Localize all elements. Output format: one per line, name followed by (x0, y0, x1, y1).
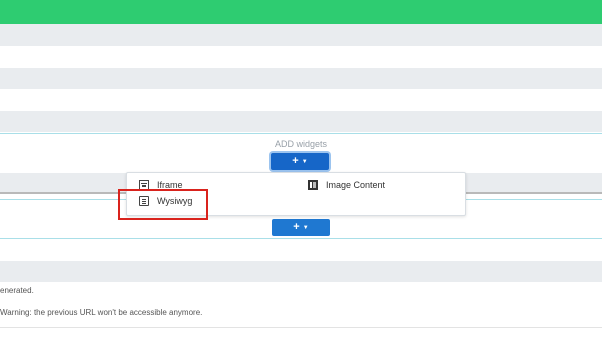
url-warning-text: Warning: the previous URL won't be acces… (0, 308, 203, 317)
add-widget-button[interactable]: + ▼ (271, 153, 329, 170)
row-panel-2 (0, 68, 602, 89)
dropdown-item-label: Image Content (326, 180, 386, 190)
generated-notice: enerated. (0, 286, 34, 295)
section-border-top (0, 133, 602, 134)
caret-down-icon: ▼ (301, 158, 308, 165)
row-panel-4 (0, 261, 602, 282)
caret-down-icon: ▼ (302, 224, 309, 231)
plus-icon: + (292, 155, 299, 167)
plus-icon: + (293, 221, 300, 233)
highlight-box-wysiwyg (118, 189, 208, 220)
footer-divider (0, 327, 602, 328)
dropdown-item-image-content[interactable]: Image Content (308, 180, 385, 190)
add-widgets-label: ADD widgets (274, 139, 328, 149)
row-panel-1 (0, 24, 602, 46)
image-content-icon (308, 180, 318, 190)
section-border-bottom (0, 238, 602, 239)
row-panel-3 (0, 111, 602, 132)
top-header-bar (0, 0, 602, 24)
add-widget-button-secondary[interactable]: + ▼ (272, 219, 330, 236)
